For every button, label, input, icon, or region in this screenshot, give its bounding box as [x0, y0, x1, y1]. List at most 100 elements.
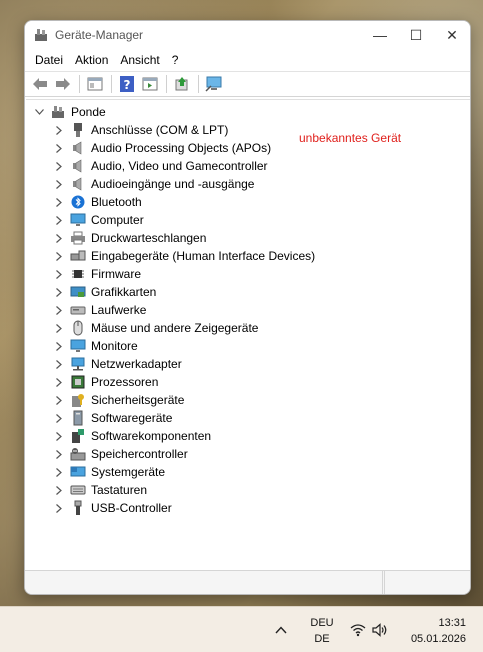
chevron-right-icon[interactable] [52, 249, 66, 263]
menu-aktion[interactable]: Aktion [69, 49, 114, 71]
bluetooth-icon [70, 194, 86, 210]
tree-item-label: USB-Controller [91, 501, 172, 515]
speaker-icon [70, 176, 86, 192]
scan-hardware-icon[interactable] [203, 73, 225, 95]
chevron-right-icon[interactable] [52, 429, 66, 443]
chevron-right-icon[interactable] [52, 321, 66, 335]
tree-item[interactable]: Druckwarteschlangen [26, 229, 470, 247]
device-tree: unbekanntes Gerät Ponde Anschlüsse (COM … [26, 99, 470, 569]
clock-date: 05.01.2026 [410, 633, 466, 645]
tree-item[interactable]: Systemgeräte [26, 463, 470, 481]
wifi-icon[interactable] [350, 623, 366, 640]
tree-item[interactable]: Speichercontroller [26, 445, 470, 463]
chevron-right-icon[interactable] [52, 447, 66, 461]
tree-item[interactable]: Tastaturen [26, 481, 470, 499]
title-bar[interactable]: Geräte-Manager — ☐ ✕ [25, 21, 470, 49]
close-button[interactable]: ✕ [434, 21, 470, 49]
keyboard-layout-code: DE [314, 633, 330, 645]
menu-ansicht[interactable]: Ansicht [114, 49, 165, 71]
help-icon[interactable]: ? [116, 73, 138, 95]
tree-item[interactable]: Grafikkarten [26, 283, 470, 301]
chevron-right-icon[interactable] [52, 465, 66, 479]
chevron-right-icon[interactable] [52, 123, 66, 137]
software-component-icon [70, 428, 86, 444]
tree-item-label: Computer [91, 213, 144, 227]
port-icon [70, 122, 86, 138]
chevron-right-icon[interactable] [52, 267, 66, 281]
chevron-right-icon[interactable] [52, 501, 66, 515]
processor-icon [70, 374, 86, 390]
device-manager-icon [33, 27, 49, 43]
tree-item[interactable]: Mäuse und andere Zeigegeräte [26, 319, 470, 337]
chevron-right-icon[interactable] [52, 177, 66, 191]
forward-arrow-icon[interactable] [52, 73, 74, 95]
chevron-right-icon[interactable] [52, 339, 66, 353]
usb-icon [70, 500, 86, 516]
tree-item[interactable]: Audioeingänge und -ausgänge [26, 175, 470, 193]
tree-item[interactable]: Prozessoren [26, 373, 470, 391]
tree-item[interactable]: Softwarekomponenten [26, 427, 470, 445]
tree-item[interactable]: Monitore [26, 337, 470, 355]
menu-help[interactable]: ? [166, 49, 185, 71]
tree-item[interactable]: USB-Controller [26, 499, 470, 517]
tree-item[interactable]: Bluetooth [26, 193, 470, 211]
chevron-right-icon[interactable] [52, 141, 66, 155]
tree-item[interactable]: Laufwerke [26, 301, 470, 319]
tree-item-label: Monitore [91, 339, 138, 353]
minimize-button[interactable]: — [362, 21, 398, 49]
mouse-icon [70, 320, 86, 336]
tree-item-label: Audio Processing Objects (APOs) [91, 141, 272, 155]
language-indicator[interactable]: DEU DE [309, 615, 335, 647]
menu-datei[interactable]: Datei [29, 49, 69, 71]
svg-text:?: ? [124, 78, 131, 92]
status-cell-divider [383, 571, 385, 594]
hid-icon [70, 248, 86, 264]
tree-item[interactable]: Audio Processing Objects (APOs) [26, 139, 470, 157]
chevron-right-icon[interactable] [52, 357, 66, 371]
chevron-down-icon[interactable] [32, 105, 46, 119]
toolbar-separator [111, 75, 112, 93]
tree-item-label: Firmware [91, 267, 141, 281]
speaker-icon [70, 140, 86, 156]
tree-item[interactable]: Netzwerkadapter [26, 355, 470, 373]
maximize-button[interactable]: ☐ [398, 21, 434, 49]
chevron-right-icon[interactable] [52, 303, 66, 317]
chevron-right-icon[interactable] [52, 375, 66, 389]
annotation-text: unbekanntes Gerät [299, 131, 402, 145]
update-driver-icon[interactable] [171, 73, 193, 95]
drive-icon [70, 302, 86, 318]
menu-bar: Datei Aktion Ansicht ? [25, 49, 470, 71]
tree-root-label: Ponde [71, 105, 106, 119]
tree-item[interactable]: Softwaregeräte [26, 409, 470, 427]
back-arrow-icon[interactable] [29, 73, 51, 95]
tree-root[interactable]: Ponde [26, 103, 470, 121]
chevron-right-icon[interactable] [52, 159, 66, 173]
system-tray [350, 623, 388, 640]
status-bar [25, 570, 470, 594]
tree-item[interactable]: Audio, Video und Gamecontroller [26, 157, 470, 175]
chevron-right-icon[interactable] [52, 231, 66, 245]
chevron-right-icon[interactable] [52, 285, 66, 299]
toolbar-separator [79, 75, 80, 93]
chevron-right-icon[interactable] [52, 213, 66, 227]
tree-item-label: Prozessoren [91, 375, 159, 389]
chevron-right-icon[interactable] [52, 483, 66, 497]
system-icon [70, 464, 86, 480]
tree-item[interactable]: Eingabegeräte (Human Interface Devices) [26, 247, 470, 265]
tree-item-label: Speichercontroller [91, 447, 188, 461]
chevron-right-icon[interactable] [52, 195, 66, 209]
tree-item[interactable]: Firmware [26, 265, 470, 283]
chevron-right-icon[interactable] [52, 411, 66, 425]
tree-item[interactable]: Sicherheitsgeräte [26, 391, 470, 409]
display-adapter-icon [70, 284, 86, 300]
volume-icon[interactable] [372, 623, 388, 640]
software-device-icon [70, 410, 86, 426]
chevron-right-icon[interactable] [52, 393, 66, 407]
action-view-icon[interactable] [139, 73, 161, 95]
tree-item[interactable]: Computer [26, 211, 470, 229]
storage-controller-icon [70, 446, 86, 462]
properties-view-icon[interactable] [84, 73, 106, 95]
chevron-up-icon[interactable] [275, 623, 287, 637]
tree-item[interactable]: Anschlüsse (COM & LPT) [26, 121, 470, 139]
clock[interactable]: 13:31 05.01.2026 [400, 615, 466, 647]
